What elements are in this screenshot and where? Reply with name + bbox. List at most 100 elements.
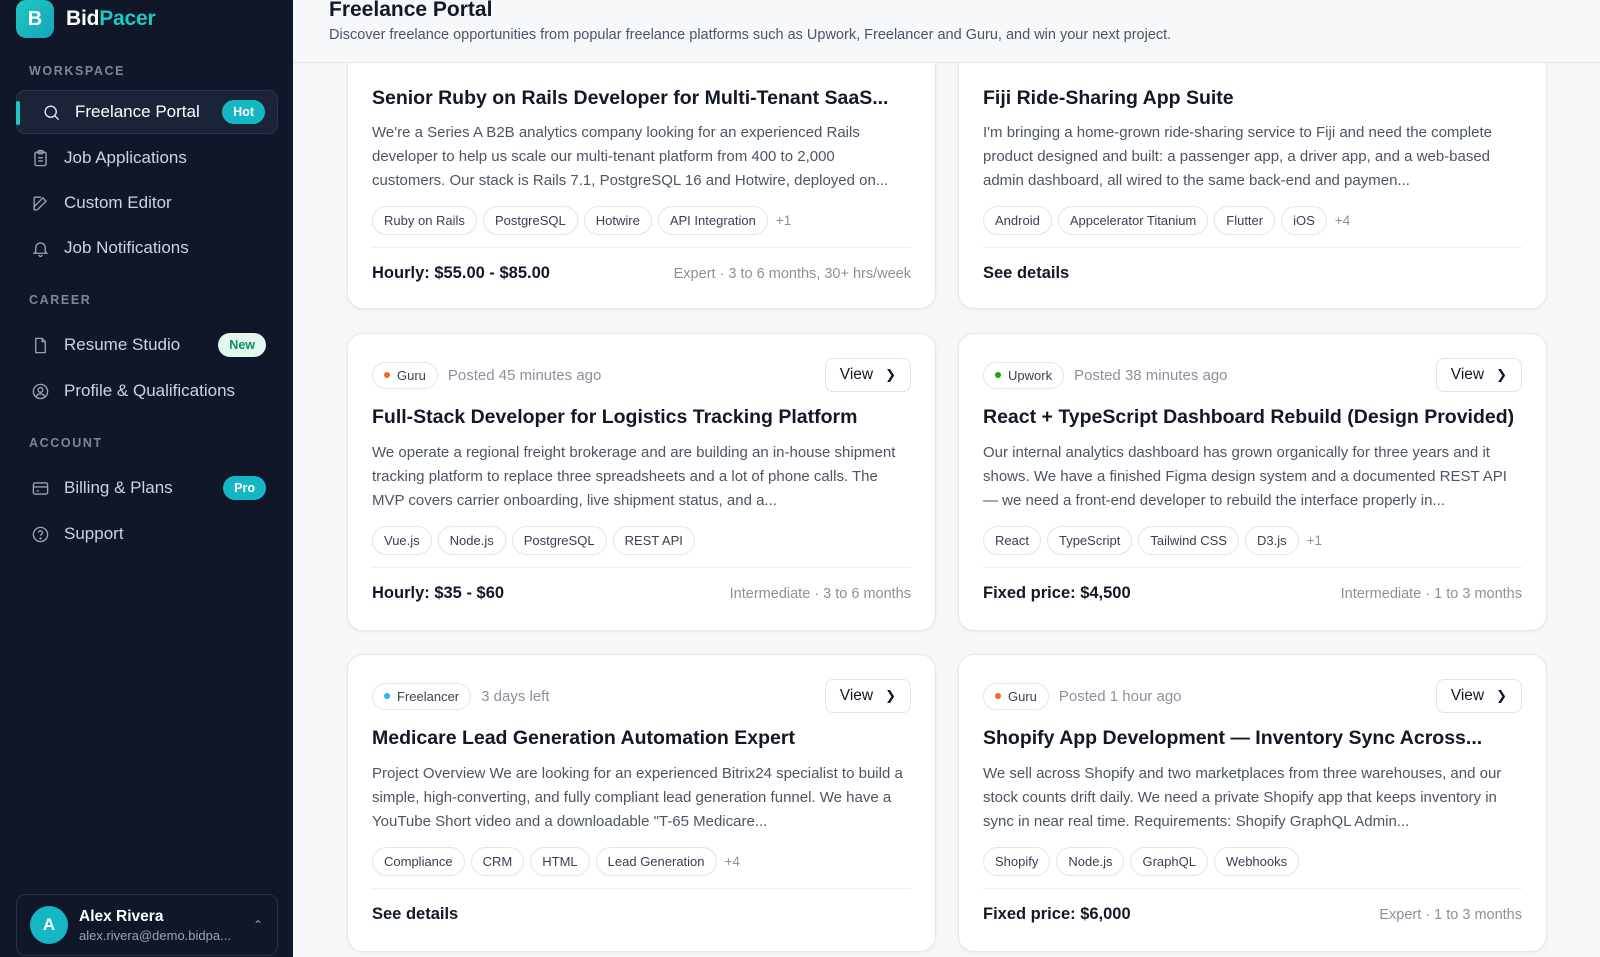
- skill-tags: Compliance CRM HTML Lead Generation +4: [372, 847, 911, 876]
- job-price: Fixed price: $6,000: [983, 905, 1131, 923]
- skill-tag[interactable]: TypeScript: [1046, 526, 1133, 555]
- more-tags-count: +4: [724, 854, 740, 869]
- job-description: I'm bringing a home-grown ride-sharing s…: [983, 124, 1492, 189]
- skill-tag[interactable]: REST API: [612, 526, 695, 555]
- skill-tag[interactable]: Android: [983, 206, 1052, 235]
- skill-tag[interactable]: API Integration: [657, 206, 768, 235]
- view-button[interactable]: View ❯: [824, 358, 911, 392]
- job-price: Fixed price: $4,500: [983, 584, 1131, 602]
- job-description: Our internal analytics dashboard has gro…: [983, 444, 1507, 509]
- see-details-link[interactable]: See details: [372, 905, 458, 924]
- skill-tag[interactable]: CRM: [470, 847, 525, 876]
- more-tags-count: +1: [775, 213, 792, 228]
- skill-tags: Shopify Node.js GraphQL Webhooks: [983, 847, 1522, 876]
- job-title[interactable]: React + TypeScript Dashboard Rebuild (De…: [983, 406, 1522, 429]
- view-button[interactable]: View ❯: [824, 679, 911, 713]
- skill-tag[interactable]: Compliance: [372, 847, 465, 876]
- sidebar-item-label: Profile & Qualifications: [64, 381, 236, 400]
- platform-badge: Upwork: [983, 361, 1065, 389]
- view-button[interactable]: View ❯: [1435, 358, 1522, 392]
- sidebar-item-label: Billing & Plans: [64, 478, 173, 497]
- card-footer: See details: [983, 247, 1522, 299]
- skill-tag[interactable]: PostgreSQL: [482, 206, 578, 235]
- skill-tags: Vue.js Node.js PostgreSQL REST API: [372, 526, 911, 555]
- card-header: Guru Posted 45 minutes ago View ❯: [372, 358, 911, 392]
- chevron-right-icon: ❯: [885, 367, 896, 382]
- skill-tag[interactable]: Node.js: [1056, 847, 1125, 876]
- posted-time: Posted 45 minutes ago: [447, 366, 602, 384]
- pro-badge: Pro: [223, 476, 266, 500]
- job-card[interactable]: Senior Ruby on Rails Developer for Multi…: [347, 20, 936, 309]
- card-footer: See details: [372, 888, 911, 940]
- chevron-right-icon: ❯: [1496, 688, 1507, 703]
- job-card[interactable]: Upwork Posted 38 minutes ago View ❯ React…: [958, 333, 1547, 631]
- sidebar-item-freelance-portal[interactable]: Freelance Portal Hot: [16, 90, 278, 134]
- page-title: Freelance Portal: [329, 0, 493, 21]
- job-title[interactable]: Shopify App Development — Inventory Sync…: [983, 727, 1522, 750]
- sidebar-item-resume-studio[interactable]: Resume Studio New: [16, 323, 278, 367]
- more-tags-count: +4: [1334, 213, 1351, 228]
- skill-tag[interactable]: D3.js: [1244, 526, 1299, 555]
- skill-tag[interactable]: Webhooks: [1213, 847, 1300, 876]
- skill-tags: React TypeScript Tailwind CSS D3.js +1: [983, 526, 1522, 555]
- skill-tag[interactable]: Vue.js: [372, 526, 432, 555]
- section-label-account: ACCOUNT: [29, 436, 103, 450]
- skill-tag[interactable]: PostgreSQL: [511, 526, 607, 555]
- platform-badge: Guru: [983, 682, 1049, 710]
- sidebar-item-job-notifications[interactable]: Job Notifications: [16, 226, 278, 270]
- skill-tag[interactable]: Shopify: [983, 847, 1051, 876]
- brand[interactable]: B BidPacer: [16, 0, 156, 38]
- job-title[interactable]: Medicare Lead Generation Automation Expe…: [372, 727, 911, 750]
- sidebar-item-profile-qualifications[interactable]: Profile & Qualifications: [16, 369, 278, 413]
- new-badge: New: [218, 333, 266, 357]
- sidebar-item-billing-plans[interactable]: Billing & Plans Pro: [16, 466, 278, 510]
- sidebar-item-label: Support: [64, 524, 124, 543]
- job-description: We're a Series A B2B analytics company l…: [372, 124, 889, 189]
- skill-tag[interactable]: GraphQL: [1130, 847, 1208, 876]
- job-title[interactable]: Full-Stack Developer for Logistics Track…: [372, 406, 911, 429]
- chevron-up-icon: ⌃: [252, 918, 263, 932]
- clipboard-icon: [30, 148, 50, 168]
- skill-tag[interactable]: Node.js: [437, 526, 506, 555]
- job-title[interactable]: Fiji Ride-Sharing App Suite: [983, 87, 1522, 110]
- skill-tag[interactable]: Appcelerator Titanium: [1057, 206, 1209, 235]
- page-subtitle: Discover freelance opportunities from po…: [329, 27, 1172, 43]
- see-details-link[interactable]: See details: [983, 264, 1069, 283]
- job-title[interactable]: Senior Ruby on Rails Developer for Multi…: [372, 87, 911, 110]
- card-footer: Fixed price: $4,500 Intermediate · 1 to …: [983, 567, 1522, 619]
- section-label-career: CAREER: [29, 293, 92, 307]
- skill-tag[interactable]: HTML: [530, 847, 590, 876]
- brand-logo: B: [16, 0, 54, 38]
- skill-tag[interactable]: Ruby on Rails: [372, 206, 477, 235]
- sidebar-item-custom-editor[interactable]: Custom Editor: [16, 181, 278, 225]
- platform-badge: Guru: [372, 361, 438, 389]
- main-content: Senior Ruby on Rails Developer for Multi…: [293, 0, 1600, 957]
- help-circle-icon: [30, 524, 50, 544]
- job-meta: Expert · 3 to 6 months, 30+ hrs/week: [673, 265, 911, 282]
- skill-tags: Ruby on Rails PostgreSQL Hotwire API Int…: [372, 206, 911, 235]
- chevron-right-icon: ❯: [885, 688, 896, 703]
- job-card[interactable]: Guru Posted 45 minutes ago View ❯ Full-St…: [347, 333, 936, 631]
- credit-card-icon: [30, 478, 50, 498]
- job-meta: Intermediate · 1 to 3 months: [1340, 585, 1522, 602]
- skill-tag[interactable]: Flutter: [1214, 206, 1276, 235]
- deadline-time: 3 days left: [481, 687, 550, 705]
- user-account-menu[interactable]: A Alex Rivera alex.rivera@demo.bidpa... …: [16, 894, 278, 956]
- job-price: Hourly: $35 - $60: [372, 584, 505, 602]
- job-card[interactable]: Guru Posted 1 hour ago View ❯ Shopify App…: [958, 654, 1547, 952]
- job-card[interactable]: Freelancer 3 days left View ❯ Medicare Le…: [347, 654, 936, 952]
- view-button[interactable]: View ❯: [1435, 679, 1522, 713]
- card-header: Guru Posted 1 hour ago View ❯: [983, 679, 1522, 713]
- sidebar-item-label: Job Applications: [64, 148, 187, 167]
- skill-tag[interactable]: React: [983, 526, 1041, 555]
- skill-tag[interactable]: Lead Generation: [595, 847, 717, 876]
- job-card[interactable]: Fiji Ride-Sharing App Suite I'm bringing…: [958, 20, 1547, 309]
- skill-tag[interactable]: iOS: [1281, 206, 1327, 235]
- skill-tag[interactable]: Hotwire: [583, 206, 652, 235]
- sidebar-item-support[interactable]: Support: [16, 512, 278, 556]
- platform-dot-icon: [384, 372, 390, 378]
- sidebar-item-job-applications[interactable]: Job Applications: [16, 136, 278, 180]
- skill-tag[interactable]: Tailwind CSS: [1138, 526, 1239, 555]
- platform-dot-icon: [995, 372, 1001, 378]
- hot-badge: Hot: [222, 100, 265, 124]
